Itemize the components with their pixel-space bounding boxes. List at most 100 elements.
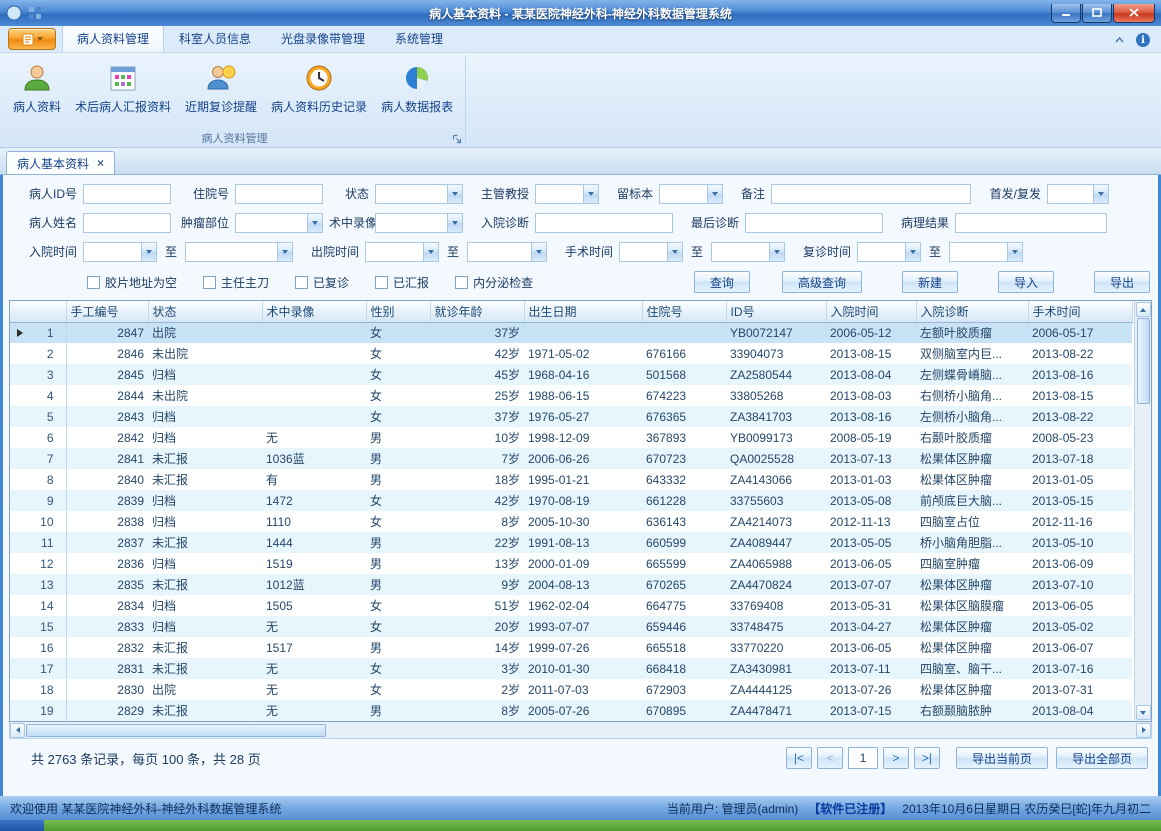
table-cell[interactable]: 674223: [642, 385, 726, 406]
surgery-time-from-combo[interactable]: [619, 242, 683, 262]
table-row[interactable]: 62842归档无男10岁1998-12-09367893YB0099173200…: [10, 427, 1132, 448]
table-cell[interactable]: 42岁: [430, 490, 524, 511]
table-cell[interactable]: 归档: [148, 553, 262, 574]
table-cell[interactable]: 2838: [66, 511, 148, 532]
table-row[interactable]: 192829未汇报无男8岁2005-07-26670895ZA447847120…: [10, 700, 1132, 721]
table-cell[interactable]: 2012-11-16: [1028, 511, 1132, 532]
table-cell[interactable]: 松果体区脑膜瘤: [916, 595, 1028, 616]
table-cell[interactable]: 2013-07-07: [826, 574, 916, 595]
table-cell[interactable]: 2013-07-11: [826, 658, 916, 679]
table-cell[interactable]: ZA4444125: [726, 679, 826, 700]
table-cell[interactable]: 未出院: [148, 385, 262, 406]
first-recur-combo[interactable]: [1047, 184, 1109, 204]
table-cell[interactable]: 2834: [66, 595, 148, 616]
ribbon-tab-disc-video[interactable]: 光盘录像带管理: [266, 25, 380, 52]
table-cell[interactable]: ZA4065988: [726, 553, 826, 574]
table-cell[interactable]: 2013-07-16: [1028, 658, 1132, 679]
table-cell[interactable]: YB0099173: [726, 427, 826, 448]
table-cell[interactable]: 2013-08-22: [1028, 343, 1132, 364]
table-cell[interactable]: 2013-08-15: [826, 343, 916, 364]
table-row[interactable]: 82840未汇报有男18岁1995-01-21643332ZA414306620…: [10, 469, 1132, 490]
checkbox-revisited[interactable]: 已复诊: [295, 274, 349, 291]
table-cell[interactable]: 13岁: [430, 553, 524, 574]
horizontal-scrollbar[interactable]: [9, 722, 1152, 739]
table-cell[interactable]: 665599: [642, 553, 726, 574]
advanced-query-button[interactable]: 高级查询: [782, 271, 862, 293]
table-cell[interactable]: 25岁: [430, 385, 524, 406]
table-cell[interactable]: 未汇报: [148, 700, 262, 721]
dropdown-arrow-icon[interactable]: [769, 243, 784, 261]
table-row[interactable]: 42844未出院女25岁1988-06-15674223338052682013…: [10, 385, 1132, 406]
table-cell[interactable]: 33805268: [726, 385, 826, 406]
table-cell[interactable]: 女: [366, 679, 430, 700]
table-cell[interactable]: 2832: [66, 637, 148, 658]
table-cell[interactable]: 1995-01-21: [524, 469, 642, 490]
table-cell[interactable]: 2013-08-15: [1028, 385, 1132, 406]
collapse-ribbon-icon[interactable]: [1109, 31, 1129, 49]
row-indicator[interactable]: 7: [10, 448, 66, 469]
row-indicator[interactable]: 4: [10, 385, 66, 406]
table-cell[interactable]: 33748475: [726, 616, 826, 637]
table-cell[interactable]: 643332: [642, 469, 726, 490]
table-row[interactable]: 162832未汇报1517男14岁1999-07-266655183377022…: [10, 637, 1132, 658]
table-cell[interactable]: ZA4470824: [726, 574, 826, 595]
scroll-down-icon[interactable]: [1136, 705, 1151, 720]
table-cell[interactable]: 未汇报: [148, 637, 262, 658]
minimize-button[interactable]: [1051, 4, 1081, 23]
table-cell[interactable]: 1998-12-09: [524, 427, 642, 448]
table-cell[interactable]: ZA2580544: [726, 364, 826, 385]
grid-column-header[interactable]: 入院时间: [826, 301, 916, 322]
table-cell[interactable]: 男: [366, 553, 430, 574]
table-cell[interactable]: 四脑室、脑干...: [916, 658, 1028, 679]
table-cell[interactable]: 女: [366, 406, 430, 427]
table-cell[interactable]: [262, 364, 366, 385]
table-cell[interactable]: 676166: [642, 343, 726, 364]
table-cell[interactable]: 45岁: [430, 364, 524, 385]
row-indicator[interactable]: 13: [10, 574, 66, 595]
table-cell[interactable]: 501568: [642, 364, 726, 385]
table-cell[interactable]: 659446: [642, 616, 726, 637]
checkbox-chief-surgeon[interactable]: 主任主刀: [203, 274, 269, 291]
table-row[interactable]: 172831未汇报无女3岁2010-01-30668418ZA343098120…: [10, 658, 1132, 679]
table-cell[interactable]: 右颞叶胶质瘤: [916, 427, 1028, 448]
dropdown-arrow-icon[interactable]: [447, 185, 462, 203]
table-cell[interactable]: 2013-06-05: [826, 637, 916, 658]
table-cell[interactable]: 2013-07-13: [826, 448, 916, 469]
table-cell[interactable]: 1036蓝: [262, 448, 366, 469]
row-indicator[interactable]: 8: [10, 469, 66, 490]
table-cell[interactable]: 无: [262, 427, 366, 448]
final-diagnosis-input[interactable]: [745, 213, 883, 233]
table-cell[interactable]: 7岁: [430, 448, 524, 469]
table-cell[interactable]: 2010-01-30: [524, 658, 642, 679]
checkbox-endocrine-exam[interactable]: 内分泌检查: [455, 274, 533, 291]
dropdown-arrow-icon[interactable]: [423, 243, 438, 261]
table-cell[interactable]: 37岁: [430, 406, 524, 427]
table-cell[interactable]: 桥小脑角胆脂...: [916, 532, 1028, 553]
table-cell[interactable]: [262, 322, 366, 343]
page-number-input[interactable]: [848, 747, 878, 769]
table-cell[interactable]: 女: [366, 322, 430, 343]
query-button[interactable]: 查询: [694, 271, 750, 293]
table-cell[interactable]: 367893: [642, 427, 726, 448]
grid-column-header[interactable]: 术中录像: [262, 301, 366, 322]
table-cell[interactable]: 2006-05-17: [1028, 322, 1132, 343]
surgery-time-to-combo[interactable]: [711, 242, 785, 262]
table-cell[interactable]: 松果体区肿瘤: [916, 448, 1028, 469]
table-cell[interactable]: 男: [366, 532, 430, 553]
table-cell[interactable]: 8岁: [430, 700, 524, 721]
table-cell[interactable]: 2004-08-13: [524, 574, 642, 595]
table-row[interactable]: 12847出院女37岁YB00721472006-05-12左额叶胶质瘤2006…: [10, 322, 1132, 343]
table-cell[interactable]: 670895: [642, 700, 726, 721]
table-cell[interactable]: ZA4143066: [726, 469, 826, 490]
table-cell[interactable]: 2830: [66, 679, 148, 700]
table-cell[interactable]: ZA4214073: [726, 511, 826, 532]
table-cell[interactable]: 1970-08-19: [524, 490, 642, 511]
table-cell[interactable]: 2843: [66, 406, 148, 427]
table-cell[interactable]: [262, 406, 366, 427]
table-cell[interactable]: 2005-10-30: [524, 511, 642, 532]
table-cell[interactable]: 未汇报: [148, 574, 262, 595]
table-cell[interactable]: 664775: [642, 595, 726, 616]
table-cell[interactable]: 2841: [66, 448, 148, 469]
table-cell[interactable]: 女: [366, 385, 430, 406]
table-cell[interactable]: 668418: [642, 658, 726, 679]
